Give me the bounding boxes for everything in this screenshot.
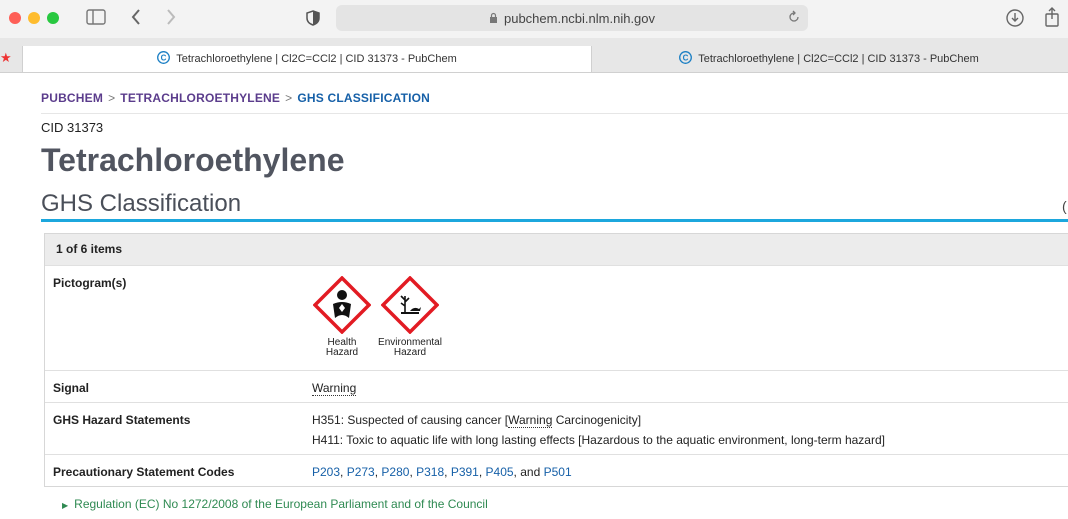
h351-warning-link[interactable]: Warning <box>508 413 553 428</box>
regulation-link[interactable]: ▶ Regulation (EC) No 1272/2008 of the Eur… <box>62 497 488 511</box>
h351-statement: H351: Suspected of causing cancer [Warni… <box>312 413 642 428</box>
ghs-table: 1 of 6 items Pictogram(s) Health Hazard … <box>44 233 1068 487</box>
privacy-shield-icon[interactable] <box>306 10 320 31</box>
pictogram-row: Pictogram(s) Health Hazard Environmental… <box>45 266 1068 371</box>
code-link[interactable]: P391 <box>451 465 479 479</box>
share-icon[interactable] <box>1044 7 1060 32</box>
precautionary-codes: P203, P273, P280, P318, P391, P405, and … <box>312 465 572 479</box>
downloads-icon[interactable] <box>1006 9 1024 32</box>
section-menu-icon[interactable]: ( <box>1062 198 1067 214</box>
breadcrumb-ghs[interactable]: GHS CLASSIFICATION <box>297 91 430 105</box>
health-hazard-pictogram[interactable]: Health Hazard <box>312 275 372 358</box>
environmental-hazard-line2: Hazard <box>393 347 427 358</box>
tab-1-label: Tetrachloroethylene | Cl2C=CCl2 | CID 31… <box>176 53 457 65</box>
code-link[interactable]: P501 <box>544 465 572 479</box>
back-icon[interactable] <box>130 8 142 31</box>
section-title: GHS Classification <box>41 190 242 217</box>
signal-row: Signal Warning <box>45 371 1068 403</box>
address-bar[interactable]: pubchem.ncbi.nlm.nih.gov <box>336 5 808 31</box>
environment-icon <box>380 275 440 335</box>
breadcrumb: PUBCHEM > TETRACHLOROETHYLENE > GHS CLASSIFI… <box>41 91 430 105</box>
and-text: and <box>520 465 541 479</box>
code-link[interactable]: P273 <box>347 465 375 479</box>
health-hazard-line2: Hazard <box>325 347 359 358</box>
expand-triangle-icon: ▶ <box>62 501 69 510</box>
pubchem-favicon-icon: C <box>157 51 171 67</box>
svg-text:C: C <box>683 54 689 63</box>
signal-label: Signal <box>53 381 90 395</box>
hazard-statements-label: GHS Hazard Statements <box>53 413 191 427</box>
breadcrumb-separator: > <box>285 91 293 105</box>
url-text: pubchem.ncbi.nlm.nih.gov <box>503 10 656 26</box>
hazard-statements-row: GHS Hazard Statements H351: Suspected of… <box>45 403 1068 455</box>
h351-suffix: Carcinogenicity] <box>552 413 642 427</box>
minimize-window-button[interactable] <box>28 12 40 24</box>
tab-1[interactable]: C Tetrachloroethylene | Cl2C=CCl2 | CID … <box>22 46 592 72</box>
lock-icon <box>489 11 498 26</box>
code-link[interactable]: P203 <box>312 465 340 479</box>
breadcrumb-separator: > <box>108 91 116 105</box>
pubchem-favicon-icon: C <box>679 51 693 67</box>
precautionary-label: Precautionary Statement Codes <box>53 465 235 479</box>
divider <box>41 113 1068 114</box>
signal-value: Warning <box>312 381 357 396</box>
zoom-window-button[interactable] <box>47 12 59 24</box>
code-link[interactable]: P318 <box>416 465 444 479</box>
regulation-label: Regulation (EC) No 1272/2008 of the Euro… <box>74 497 488 511</box>
pictogram-label: Pictogram(s) <box>53 276 127 290</box>
svg-text:C: C <box>161 54 167 63</box>
breadcrumb-pubchem[interactable]: PUBCHEM <box>41 91 103 105</box>
favorite-star-icon[interactable]: ★ <box>0 50 12 66</box>
page-title: Tetrachloroethylene <box>41 142 345 178</box>
forward-icon[interactable] <box>165 8 177 31</box>
section-underline <box>41 219 1068 222</box>
code-link[interactable]: P405 <box>486 465 514 479</box>
tab-2[interactable]: C Tetrachloroethylene | Cl2C=CCl2 | CID … <box>590 46 1068 72</box>
compound-cid: CID 31373 <box>41 120 104 135</box>
h411-statement: H411: Toxic to aquatic life with long la… <box>312 433 885 447</box>
precautionary-row: Precautionary Statement Codes P203, P273… <box>45 455 1068 486</box>
breadcrumb-compound[interactable]: TETRACHLOROETHYLENE <box>120 91 280 105</box>
close-window-button[interactable] <box>9 12 21 24</box>
sidebar-toggle-icon[interactable] <box>86 9 106 30</box>
h351-text: H351: Suspected of causing cancer [ <box>312 413 509 427</box>
signal-warning-link[interactable]: Warning <box>312 381 357 396</box>
health-hazard-icon <box>312 275 372 335</box>
tab-2-label: Tetrachloroethylene | Cl2C=CCl2 | CID 31… <box>698 53 979 65</box>
reload-icon[interactable] <box>788 10 800 27</box>
browser-toolbar: pubchem.ncbi.nlm.nih.gov <box>0 0 1068 38</box>
code-link[interactable]: P280 <box>381 465 409 479</box>
environmental-hazard-pictogram[interactable]: Environmental Hazard <box>373 275 447 358</box>
table-header: 1 of 6 items <box>45 234 1068 266</box>
